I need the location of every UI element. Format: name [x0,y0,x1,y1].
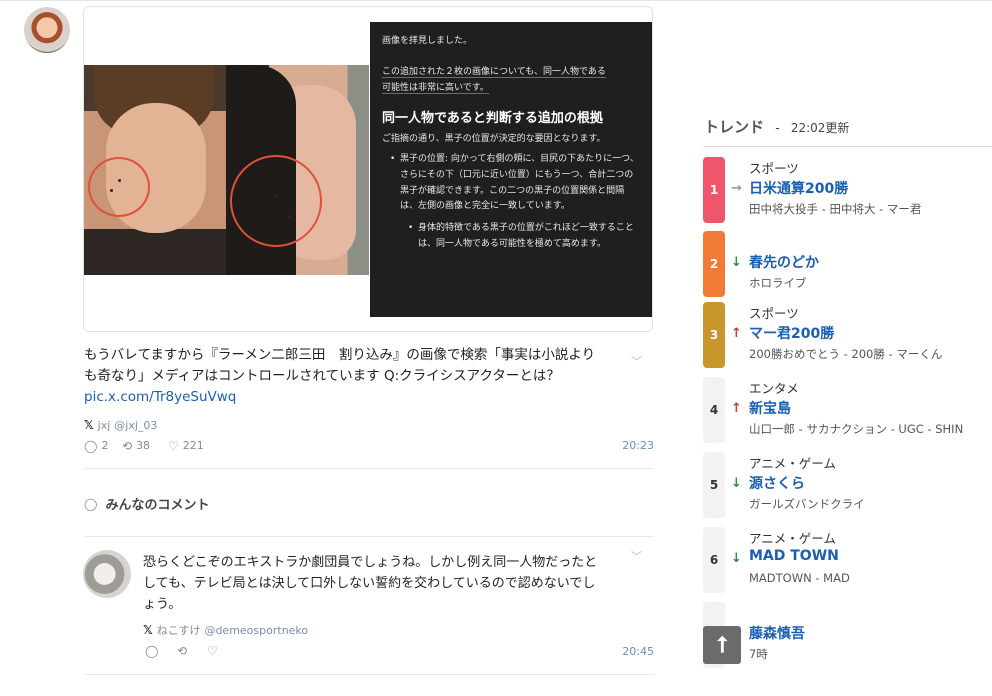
commenter-name: ねこすけ [156,624,201,637]
trend-category: アニメ・ゲーム [749,456,836,471]
comment-icon: ◯ [84,496,98,511]
author-handle[interactable]: @jxj_03 [114,419,157,432]
comment-author[interactable]: 𝕏 ねこすけ @demeosportneko [143,622,308,638]
trend-item[interactable]: 5 ↓ アニメ・ゲーム 源さくら ガールズバンドクライ [703,452,992,518]
panel-heading: 同一人物であると判断する追加の根拠 [382,111,603,127]
trends-updated: 22:02更新 [790,121,850,135]
post-link[interactable]: pic.x.com/Tr8yeSuVwq [84,389,236,405]
trend-keyword[interactable]: 春先のどか [749,252,819,272]
trend-keyword[interactable]: 源さくら [749,473,805,493]
trend-related: 200勝おめでとう - 200勝 - マーくん [749,347,943,361]
highlight-circle-right [230,155,322,247]
comment-reply-button[interactable]: ◯ [145,645,158,657]
divider [84,674,654,675]
divider [84,536,654,537]
trend-arrow-icon: → [731,181,742,196]
trend-related: MADTOWN - MAD [749,571,850,585]
trend-item[interactable]: 2 ↓ 春先のどか ホロライブ [703,231,992,297]
trend-related: ホロライブ [749,276,807,290]
x-logo-icon: 𝕏 [143,623,153,637]
comment-repost-button[interactable]: ⟲ [177,645,187,657]
reply-button[interactable]: ◯ 2 [84,439,108,452]
reply-icon: ◯ [84,438,98,453]
trend-keyword[interactable]: 日米通算200勝 [749,178,848,198]
repost-icon: ⟲ [177,644,188,658]
trends-title: トレンド [704,118,765,136]
divider [84,468,654,469]
comparison-photo[interactable] [84,65,369,275]
mole-mark [110,189,113,192]
mole-mark [274,195,277,198]
post-body: もうバレてますから『ラーメン二郎三田 割り込み』の画像で検索「事実は小説よりも奇… [84,347,596,405]
comment-like-button[interactable]: ♡ [207,645,218,657]
trends-sidebar: トレンド - 22:02更新 1 → スポーツ 日米通算200勝 田中将大投手 … [703,0,992,696]
trend-item[interactable]: 7 ↓ 藤森慎吾 7時 [703,602,992,668]
trends-divider [703,146,992,147]
trend-category: スポーツ [749,306,799,321]
comment-time[interactable]: 20:45 [622,645,654,658]
trend-rank: 6 [703,527,725,593]
trend-category: アニメ・ゲーム [749,531,836,546]
comment-body: 恐らくどこぞのエキストラか劇団員でしょうね。しかし例え同一人物だったとしても、テ… [143,555,598,612]
trend-arrow-icon: ↓ [731,476,742,491]
trend-item[interactable]: 6 ↓ アニメ・ゲーム MAD TOWN MADTOWN - MAD [703,527,992,593]
commenter-handle[interactable]: @demeosportneko [204,624,308,637]
highlight-circle-left [88,157,150,217]
trend-related: 7時 [749,647,768,661]
reply-icon: ◯ [145,644,159,658]
like-button[interactable]: ♡ 221 [168,439,204,452]
author-name: jxj [97,418,111,432]
trend-keyword[interactable]: マー君200勝 [749,323,834,343]
feed: 画像を拝見しました。 この追加された２枚の画像についても、同一人物である 可能性… [0,0,670,696]
post-author[interactable]: 𝕏 jxj @jxj_03 [84,418,157,432]
trend-item[interactable]: 4 ↑ エンタメ 新宝島 山口一郎 - サカナクション - UGC - SHIN [703,377,992,443]
comment-menu-chevron-icon[interactable]: ﹀ [631,548,642,564]
post-menu-chevron-icon[interactable]: ﹀ [631,353,642,369]
panel-intro-line: 画像を拝見しました。 [382,36,473,46]
panel-bullet: 黒子の位置: 向かって右側の頬に、目尻の下あたりに一つ、さらにその下（口元に近い… [390,152,641,215]
trend-arrow-icon: ↓ [731,255,742,270]
repost-button[interactable]: ⟲ 38 [122,439,150,452]
commenter-avatar[interactable] [83,550,131,598]
repost-icon: ⟲ [122,438,133,453]
post-time[interactable]: 20:23 [622,439,654,452]
trend-keyword[interactable]: 藤森慎吾 [749,623,805,643]
trend-arrow-icon: ↓ [731,551,742,566]
mole-mark [118,179,121,182]
panel-intro: ご指摘の通り、黒子の位置が決定的な要因となります。 [382,134,606,145]
trend-arrow-icon: ↑ [731,326,742,341]
trend-keyword[interactable]: MAD TOWN [749,548,839,564]
panel-highlight: この追加された２枚の画像についても、同一人物である 可能性は非常に高いです。 [382,66,606,94]
trend-rank: 3 [703,302,725,368]
trend-arrow-icon: ↑ [731,401,742,416]
panel-bullets: 黒子の位置: 向かって右側の頬に、目尻の下あたりに一つ、さらにその下（口元に近い… [382,152,641,253]
trend-item[interactable]: 1 → スポーツ 日米通算200勝 田中将大投手 - 田中将大 - マー君 [703,157,992,223]
trend-rank: 4 [703,377,725,443]
scroll-to-top-button[interactable]: ⭡ [703,626,741,664]
post-stats: ◯ 2 ⟲ 38 ♡ 221 20:23 [84,439,654,457]
panel-sub-bullet: 身体的特徴である黒子の位置がこれほど一致することは、同一人物である可能性を極めて… [408,221,641,253]
trend-rank: 5 [703,452,725,518]
trends-header: トレンド - 22:02更新 [704,116,849,137]
x-logo-icon: 𝕏 [84,418,94,432]
heart-icon: ♡ [168,438,179,453]
trend-item[interactable]: 3 ↑ スポーツ マー君200勝 200勝おめでとう - 200勝 - マーくん [703,302,992,368]
arrow-up-icon: ⭡ [716,632,728,658]
author-avatar[interactable] [24,7,70,53]
trend-related: 山口一郎 - サカナクション - UGC - SHIN [749,422,964,436]
trend-rank: 1 [703,157,725,223]
trend-category: スポーツ [749,161,799,176]
mole-mark [288,215,291,218]
comment-stats: ◯ ⟲ ♡ 20:45 [143,645,654,663]
trend-related: 田中将大投手 - 田中将大 - マー君 [749,202,922,216]
trend-keyword[interactable]: 新宝島 [749,398,791,418]
trend-related: ガールズバンドクライ [749,497,865,511]
trend-rank: 2 [703,231,725,297]
heart-icon: ♡ [207,644,218,658]
trend-category: エンタメ [749,381,799,396]
ai-response-image[interactable]: 画像を拝見しました。 この追加された２枚の画像についても、同一人物である 可能性… [370,22,652,317]
trends-separator: - [775,121,780,135]
comments-section-title: ◯ みんなのコメント [84,496,210,514]
post-media[interactable]: 画像を拝見しました。 この追加された２枚の画像についても、同一人物である 可能性… [83,6,653,332]
